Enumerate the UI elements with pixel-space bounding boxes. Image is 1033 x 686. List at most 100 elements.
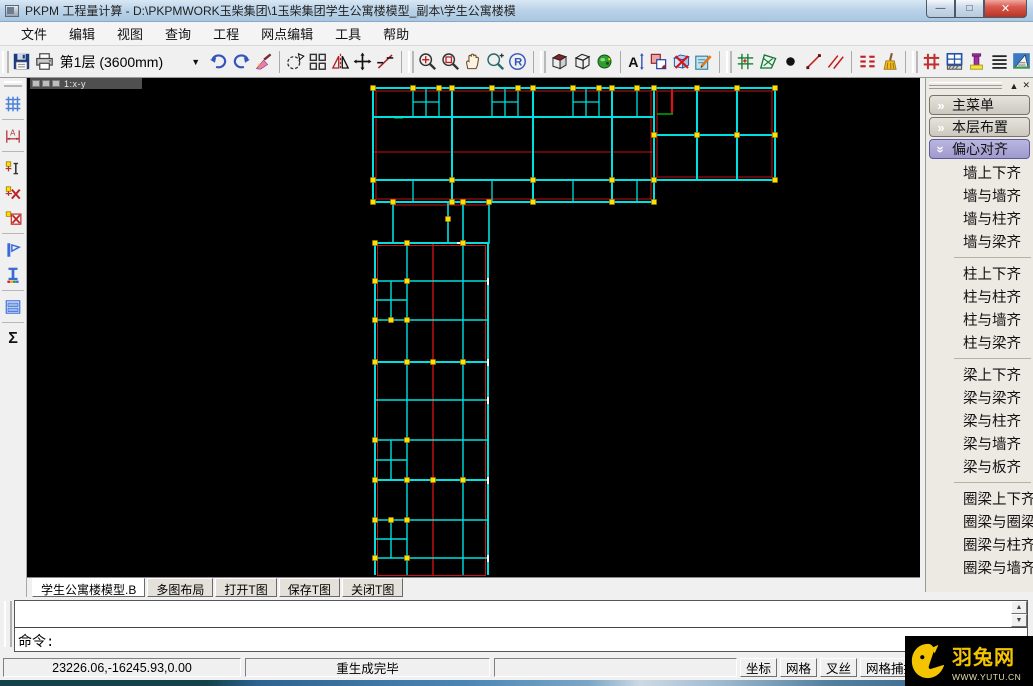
- menu-edit[interactable]: 编辑: [58, 21, 106, 46]
- menu-item-column-wall[interactable]: 柱与墙齐: [926, 308, 1033, 331]
- node-delete-icon[interactable]: [1, 180, 25, 205]
- building-icon[interactable]: [1011, 49, 1033, 75]
- menu-item-ringbeam-updown[interactable]: 圈梁上下齐: [926, 487, 1033, 510]
- toolbar-grip[interactable]: [2, 50, 9, 73]
- toggle-grid[interactable]: 网格: [780, 658, 818, 677]
- tab-close-t[interactable]: 关闭T图: [342, 578, 404, 597]
- sigma-icon[interactable]: Σ: [1, 326, 25, 351]
- command-history[interactable]: [15, 601, 1027, 628]
- main-menu-button[interactable]: » 主菜单: [929, 95, 1030, 115]
- menu-query[interactable]: 查询: [154, 21, 202, 46]
- menu-item-ringbeam-ringbeam[interactable]: 圈梁与圈梁齐: [926, 510, 1033, 533]
- edit-sheet-icon[interactable]: [692, 49, 715, 75]
- broom-icon[interactable]: [878, 49, 901, 75]
- toggle-crosshair[interactable]: 叉丝: [820, 658, 858, 677]
- menu-help[interactable]: 帮助: [372, 21, 420, 46]
- toolbar-grip[interactable]: [539, 50, 547, 73]
- tab-model[interactable]: 学生公寓楼模型.B: [32, 578, 146, 597]
- command-prompt[interactable]: 命令:: [15, 628, 1027, 651]
- menu-item-beam-wall[interactable]: 梁与墙齐: [926, 432, 1033, 455]
- app-icon[interactable]: [5, 4, 19, 17]
- menu-item-beam-updown[interactable]: 梁上下齐: [926, 363, 1033, 386]
- scroll-down-icon[interactable]: ▼: [1011, 614, 1027, 627]
- drawing-canvas[interactable]: 1:x-y: [27, 78, 920, 577]
- viewport-button[interactable]: [42, 80, 50, 87]
- node-delete-box-icon[interactable]: [1, 205, 25, 230]
- viewport-title-strip[interactable]: 1:x-y: [30, 78, 142, 89]
- dashed-lines-icon[interactable]: [856, 49, 879, 75]
- line-icon[interactable]: [802, 49, 825, 75]
- node-dot-icon[interactable]: [779, 49, 802, 75]
- cube-solid-icon[interactable]: [548, 49, 571, 75]
- maximize-button[interactable]: □: [955, 0, 984, 18]
- select-circle-icon[interactable]: [284, 49, 307, 75]
- menu-file[interactable]: 文件: [10, 21, 58, 46]
- layers-icon[interactable]: [1, 294, 25, 319]
- dimension-icon[interactable]: A: [1, 123, 25, 148]
- zoom-window-icon[interactable]: [439, 49, 462, 75]
- menu-item-wall-beam[interactable]: 墙与梁齐: [926, 230, 1033, 253]
- viewport-button[interactable]: [52, 80, 60, 87]
- menu-view[interactable]: 视图: [106, 21, 154, 46]
- stairs-icon[interactable]: [988, 49, 1011, 75]
- menu-item-beam-slab[interactable]: 梁与板齐: [926, 455, 1033, 478]
- menu-project[interactable]: 工程: [202, 21, 250, 46]
- menu-item-wall-updown[interactable]: 墙上下齐: [926, 161, 1033, 184]
- minimize-button[interactable]: —: [926, 0, 955, 18]
- menu-item-beam-column[interactable]: 梁与柱齐: [926, 409, 1033, 432]
- red-grid-icon[interactable]: [920, 49, 943, 75]
- viewport-button[interactable]: [32, 80, 40, 87]
- toolbar-grip[interactable]: [4, 81, 22, 87]
- toolbar-grip[interactable]: [407, 50, 415, 73]
- axis-area-icon[interactable]: [757, 49, 780, 75]
- blocks-icon[interactable]: [307, 49, 330, 75]
- close-button[interactable]: ✕: [984, 0, 1027, 18]
- pan-hand-icon[interactable]: [461, 49, 484, 75]
- window-wall-icon[interactable]: [943, 49, 966, 75]
- erase-icon[interactable]: [253, 49, 276, 75]
- move-icon[interactable]: [352, 49, 375, 75]
- command-grip[interactable]: [4, 601, 12, 647]
- layer-selector[interactable]: 第1层 (3600mm) ▼: [60, 50, 204, 74]
- menu-item-beam-beam[interactable]: 梁与梁齐: [926, 386, 1033, 409]
- toolbar-grip[interactable]: [911, 50, 919, 73]
- menu-grid-edit[interactable]: 网点编辑: [250, 21, 324, 46]
- menu-item-wall-column[interactable]: 墙与柱齐: [926, 207, 1033, 230]
- measure-icon[interactable]: [374, 49, 397, 75]
- menu-item-column-column[interactable]: 柱与柱齐: [926, 285, 1033, 308]
- floor-layout-button[interactable]: » 本层布置: [929, 117, 1030, 137]
- toggle-coordinates[interactable]: 坐标: [740, 658, 778, 677]
- menu-item-column-updown[interactable]: 柱上下齐: [926, 262, 1033, 285]
- zoom-extents-icon[interactable]: [416, 49, 439, 75]
- wall-section-icon[interactable]: [1, 237, 25, 262]
- axis-grid-icon[interactable]: [734, 49, 757, 75]
- parallel-lines-icon[interactable]: [824, 49, 847, 75]
- render-globe-icon[interactable]: [593, 49, 616, 75]
- column-ibeam-icon[interactable]: [1, 262, 25, 287]
- menu-tools[interactable]: 工具: [324, 21, 372, 46]
- close-panel-icon[interactable]: ✕: [1022, 80, 1030, 91]
- menu-item-column-beam[interactable]: 柱与梁齐: [926, 331, 1033, 354]
- tab-open-t[interactable]: 打开T图: [215, 578, 277, 597]
- grid-blue-icon[interactable]: [1, 91, 25, 116]
- panel-grip[interactable]: [929, 82, 1002, 89]
- toolbar-grip[interactable]: [725, 50, 733, 73]
- menu-item-wall-wall[interactable]: 墙与墙齐: [926, 184, 1033, 207]
- zoom-dynamic-icon[interactable]: [484, 49, 507, 75]
- print-icon[interactable]: [33, 49, 56, 75]
- mirror-icon[interactable]: [329, 49, 352, 75]
- cube-wire-icon[interactable]: [571, 49, 594, 75]
- tab-multi-layout[interactable]: 多图布局: [147, 578, 214, 597]
- menu-item-ringbeam-column[interactable]: 圈梁与柱齐: [926, 533, 1033, 556]
- menu-item-ringbeam-wall[interactable]: 圈梁与墙齐: [926, 556, 1033, 579]
- text-height-icon[interactable]: A: [625, 49, 648, 75]
- tab-save-t[interactable]: 保存T图: [278, 578, 341, 597]
- collapse-icon[interactable]: ▲: [1010, 81, 1019, 91]
- column-icon[interactable]: [965, 49, 988, 75]
- delete-box-icon[interactable]: [670, 49, 693, 75]
- undo-icon[interactable]: [208, 49, 231, 75]
- save-icon[interactable]: [11, 49, 34, 75]
- redo-icon[interactable]: [230, 49, 253, 75]
- chevron-down-icon[interactable]: ▼: [188, 54, 204, 70]
- eccentric-align-button[interactable]: » 偏心对齐: [929, 139, 1030, 159]
